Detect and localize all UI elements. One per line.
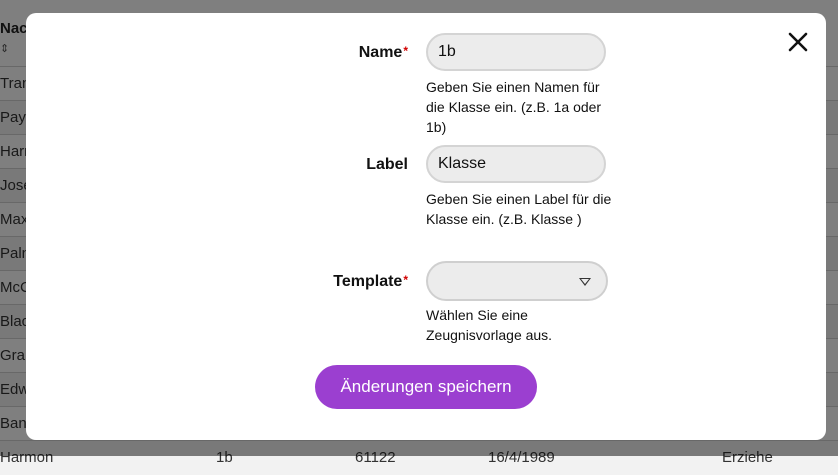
template-select[interactable] — [426, 261, 608, 301]
label-help-text: Geben Sie einen Label für die Klasse ein… — [426, 191, 612, 227]
label-label: Label — [366, 156, 408, 173]
close-icon — [788, 32, 808, 52]
template-label: Template* — [333, 273, 408, 290]
name-label: Name* — [358, 44, 408, 61]
template-help-text: Wählen Sie eine Zeugnisvorlage aus. — [426, 307, 553, 343]
required-mark: * — [403, 44, 408, 58]
close-button[interactable] — [784, 28, 812, 56]
name-help-text: Geben Sie einen Namen für die Klasse ein… — [426, 79, 602, 135]
required-mark: * — [403, 273, 408, 287]
edit-class-modal: Name* Geben Sie einen Namen für die Klas… — [26, 13, 826, 440]
label-input[interactable] — [426, 145, 606, 183]
name-input[interactable] — [426, 33, 606, 71]
chevron-down-icon — [579, 278, 591, 286]
save-changes-button[interactable]: Änderungen speichern — [315, 365, 537, 409]
